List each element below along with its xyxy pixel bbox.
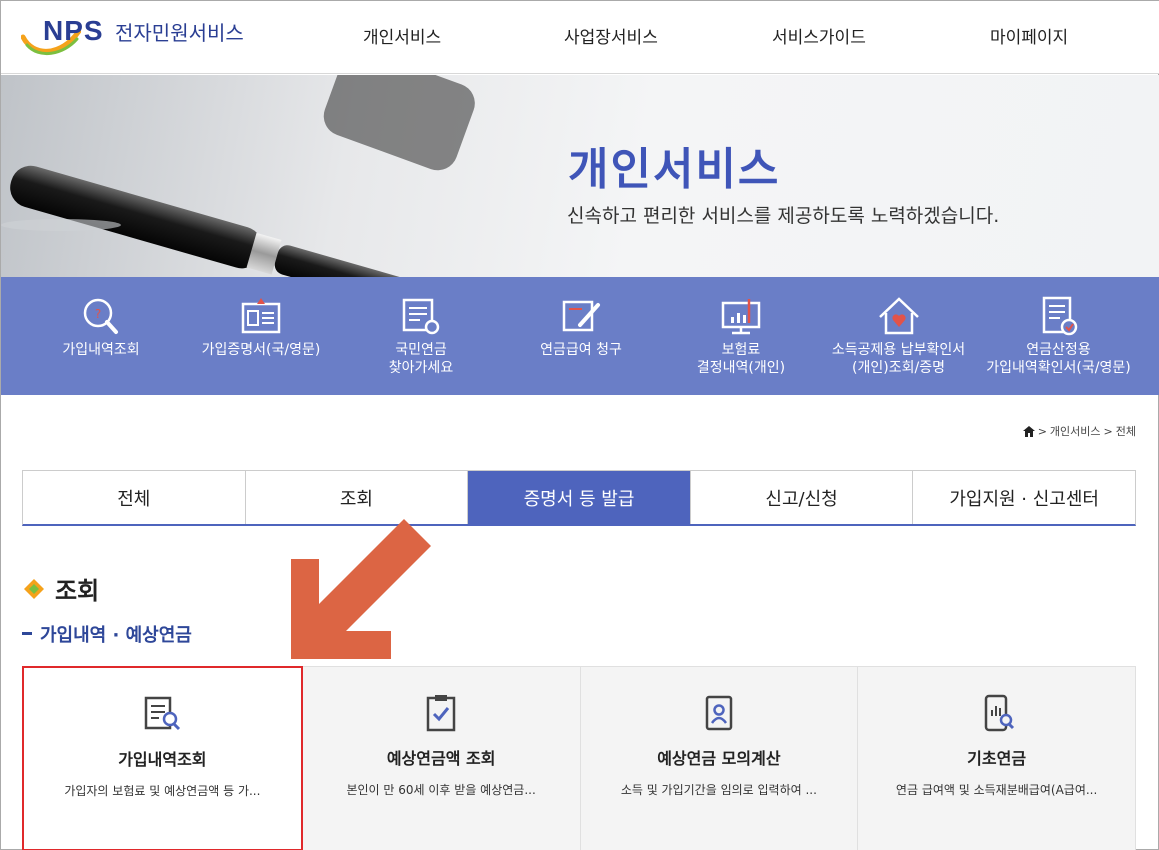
chevron-right-icon: >	[1103, 424, 1113, 438]
diamond-bullet-icon	[24, 578, 44, 599]
quick-link-pension-claim[interactable]: 연금급여 청구	[521, 277, 641, 395]
nav-personal-service[interactable]: 개인서비스	[363, 23, 441, 48]
quick-link-find-pension[interactable]: 국민연금 찾아가세요	[356, 277, 486, 395]
card-description: 본인이 만 60세 이후 받을 예상연금...	[346, 783, 536, 797]
breadcrumb-item[interactable]: 개인서비스	[1050, 423, 1101, 439]
nav-mypage[interactable]: 마이페이지	[990, 23, 1068, 48]
house-icon	[878, 297, 919, 335]
service-card-basic-pension[interactable]: 기초연금 연금 급여액 및 소득재분배급여(A급여...	[858, 666, 1136, 850]
quick-link-label: 가입증명서(국/영문)	[201, 342, 321, 358]
monitor-chart-icon	[721, 299, 761, 335]
quick-link-tax-deduction[interactable]: 소득공제용 납부확인서 (개인)조회/증명	[821, 277, 976, 395]
nav-service-guide[interactable]: 서비스가이드	[772, 23, 866, 48]
nav-business-service[interactable]: 사업장서비스	[564, 23, 658, 48]
service-card-pension-simulation[interactable]: 예상연금 모의계산 소득 및 가입기간을 임의로 입력하여 ...	[580, 666, 859, 850]
dash-bullet-icon	[22, 632, 32, 635]
category-tabs: 전체 조회 증명서 등 발급 신고/신청 가입지원 · 신고센터	[22, 470, 1136, 526]
site-header: NPS 전자민원서비스 개인서비스 사업장서비스 서비스가이드 마이페이지	[1, 1, 1159, 74]
nps-logo[interactable]: NPS 전자민원서비스	[21, 13, 261, 59]
logo-subtitle: 전자민원서비스	[115, 21, 244, 45]
service-card-subscription-history[interactable]: 가입내역조회 가입자의 보험료 및 예상연금액 등 가...	[22, 666, 303, 850]
subsection-title: 가입내역 · 예상연금	[40, 625, 192, 646]
breadcrumb: > 개인서비스 > 전체	[1022, 423, 1136, 439]
service-cards: 가입내역조회 가입자의 보험료 및 예상연금액 등 가... 예상연금액 조회 …	[22, 666, 1136, 850]
logo-nps-text: NPS	[43, 15, 104, 46]
card-title: 가입내역조회	[118, 750, 207, 769]
card-title: 예상연금 모의계산	[657, 749, 781, 768]
phone-search-icon	[984, 694, 1014, 732]
service-card-expected-pension[interactable]: 예상연금액 조회 본인이 만 60세 이후 받을 예상연금...	[302, 666, 581, 850]
card-title: 예상연금액 조회	[386, 749, 496, 768]
magnifier-icon: ?	[83, 298, 118, 334]
section-title: 조회	[55, 577, 100, 605]
card-description: 연금 급여액 및 소득재분배급여(A급여...	[895, 783, 1098, 797]
hero-title: 개인서비스	[568, 144, 781, 195]
quick-link-subscription-history[interactable]: ? 가입내역조회	[41, 277, 161, 395]
subsection-header: 가입내역 · 예상연금	[22, 621, 192, 647]
quick-link-pension-calc-certificate[interactable]: 연금산정용 가입내역확인서(국/영문)	[976, 277, 1141, 395]
clipboard-check-icon	[426, 695, 456, 732]
tab-enrollment-support[interactable]: 가입지원 · 신고센터	[913, 471, 1135, 524]
chevron-right-icon: >	[1037, 424, 1047, 438]
arrow-pointer-icon	[291, 519, 431, 659]
document-search-icon	[402, 298, 440, 335]
document-search-icon	[145, 696, 181, 731]
quick-links-bar: ? 가입내역조회 가입증명서(국/영문) 국민연금 찾아가세요 연금급여 청구 …	[1, 277, 1159, 395]
quick-link-label: 소득공제용 납부확인서 (개인)조회/증명	[831, 342, 966, 376]
hero-banner: 개인서비스 신속하고 편리한 서비스를 제공하도록 노력하겠습니다.	[1, 75, 1159, 277]
quick-link-premium-decision[interactable]: 보험료 결정내역(개인)	[681, 277, 801, 395]
id-card-icon	[241, 298, 281, 334]
breadcrumb-current: 전체	[1115, 425, 1136, 438]
tab-all[interactable]: 전체	[23, 471, 246, 524]
quick-link-certificate[interactable]: 가입증명서(국/영문)	[191, 277, 331, 395]
profile-badge-icon	[705, 695, 733, 731]
quick-link-label: 연금산정용 가입내역확인서(국/영문)	[986, 342, 1131, 376]
home-icon[interactable]	[1022, 425, 1035, 437]
card-description: 가입자의 보험료 및 예상연금액 등 가...	[64, 784, 261, 798]
quick-link-label: 보험료 결정내역(개인)	[696, 342, 786, 376]
hero-description: 신속하고 편리한 서비스를 제공하도록 노력하겠습니다.	[567, 205, 1000, 227]
section-header: 조회	[23, 571, 99, 606]
certificate-icon	[1042, 296, 1077, 336]
card-description: 소득 및 가입기간을 임의로 입력하여 ...	[620, 783, 817, 797]
svg-text:?: ?	[95, 307, 101, 321]
tab-report-application[interactable]: 신고/신청	[690, 471, 914, 524]
quick-link-label: 국민연금 찾아가세요	[388, 342, 454, 376]
card-title: 기초연금	[967, 749, 1027, 768]
tab-inquiry[interactable]: 조회	[245, 471, 469, 524]
quick-link-label: 가입내역조회	[62, 342, 140, 358]
tab-certificate-issuance[interactable]: 증명서 등 발급	[468, 471, 691, 524]
quick-link-label: 연금급여 청구	[540, 342, 622, 358]
pen-document-icon	[562, 300, 600, 332]
